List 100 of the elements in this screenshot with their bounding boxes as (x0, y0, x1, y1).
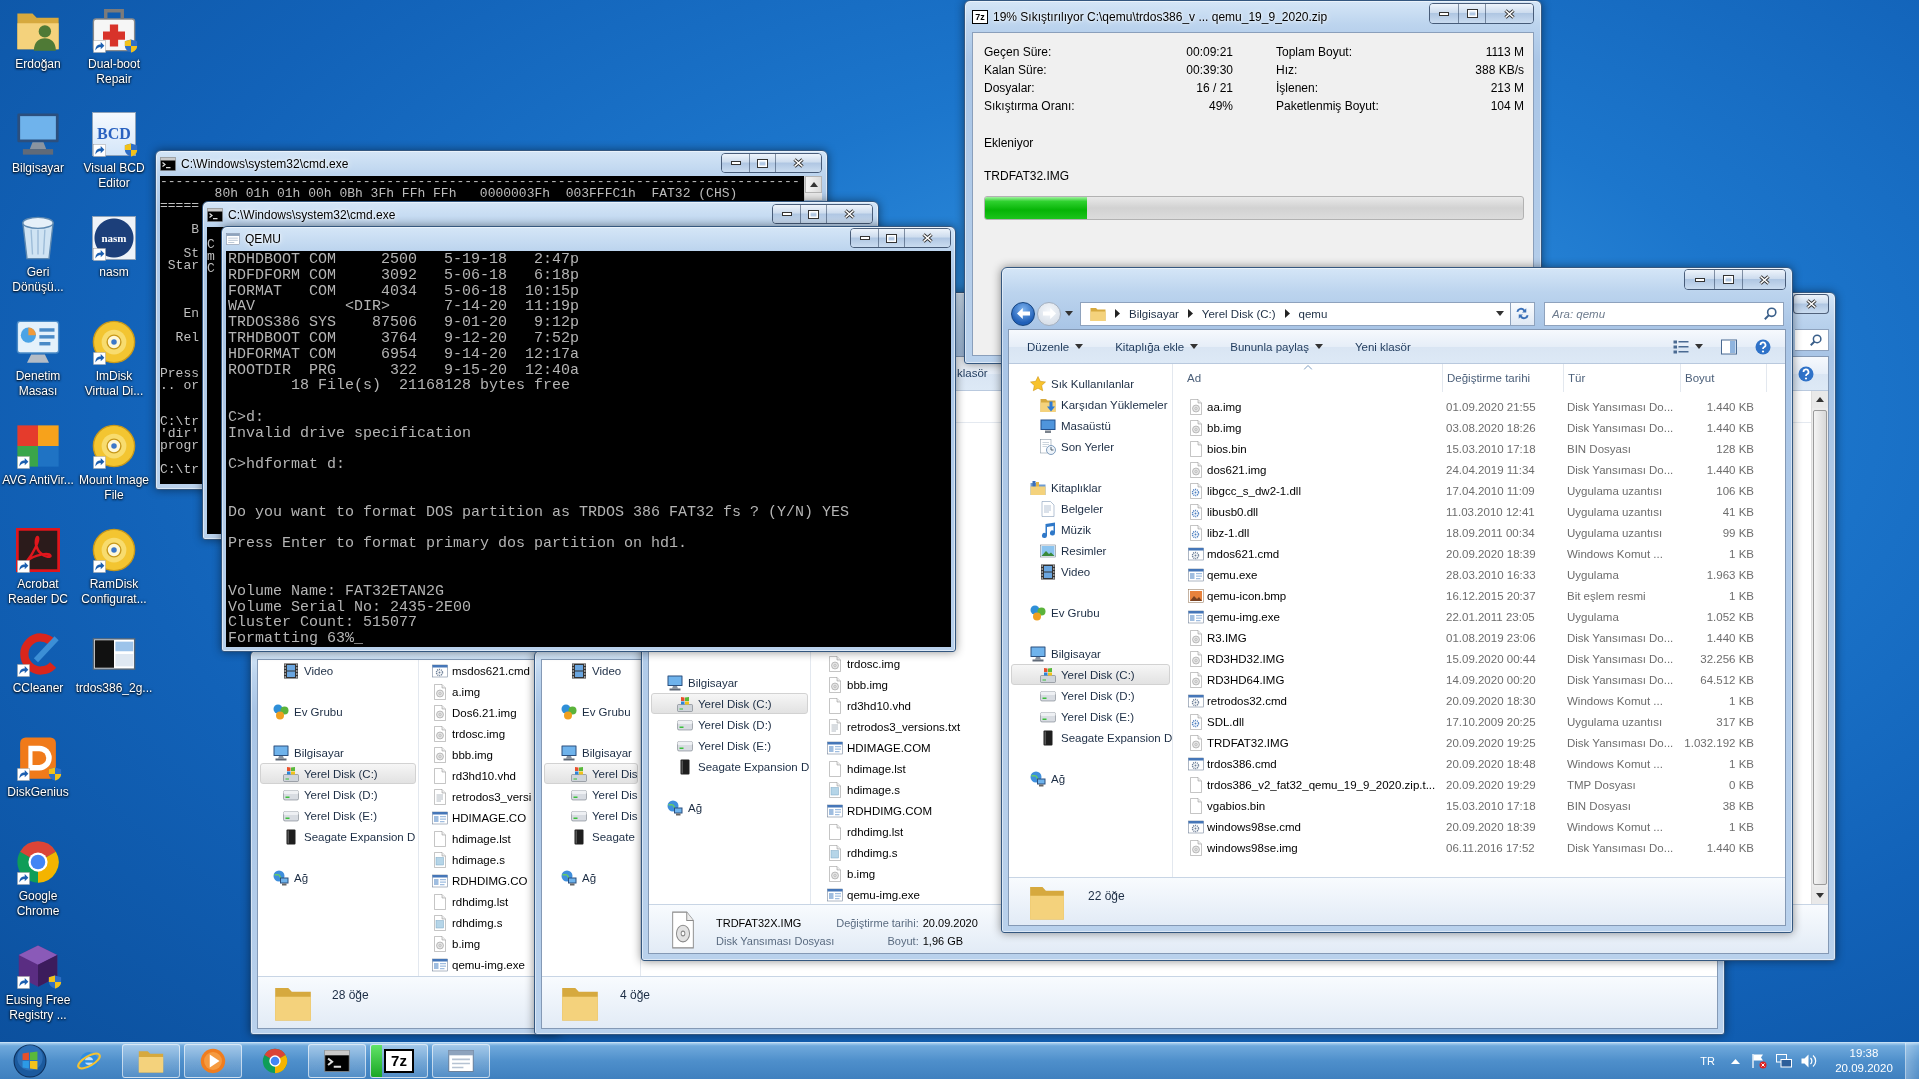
desktop-icon-label[interactable]: Erdoğan (15, 57, 61, 72)
speaker-icon[interactable] (1801, 1053, 1817, 1069)
nav-item[interactable]: Ev Grubu (273, 701, 344, 722)
browser-icon[interactable] (16, 840, 60, 884)
menu-button[interactable]: Bununla paylaş (1222, 334, 1331, 359)
nav-item[interactable]: Müzik (1040, 519, 1093, 540)
maximize-button[interactable] (878, 229, 904, 247)
file-name[interactable]: qemu-img.exe (847, 888, 920, 901)
close-button[interactable] (1485, 4, 1533, 23)
file-name[interactable]: RDHDIMG.COM (847, 804, 932, 817)
breadcrumb[interactable]: qemu (1298, 307, 1328, 320)
file-name[interactable]: RD3HD64.IMG (1207, 673, 1285, 686)
minimize-button[interactable] (722, 154, 749, 172)
file-name[interactable]: msdos621.cmd (452, 664, 530, 677)
nav-item[interactable]: Yerel Disk (C:) (260, 763, 416, 784)
nav-item[interactable]: Ağ (667, 797, 704, 818)
file-name[interactable]: Dos6.21.img (452, 706, 517, 719)
nav-item[interactable]: Yerel Disk (D:) (283, 784, 379, 805)
nav-item[interactable]: Bilgisayar (667, 672, 739, 693)
nav-item[interactable]: Karşıdan Yüklemeler (1040, 394, 1169, 415)
nav-item[interactable]: Ağ (1030, 768, 1067, 789)
desktop-icon-label[interactable]: Geri Dönüşü... (1, 265, 75, 295)
nav-item[interactable]: Yerel Disk (E:) (1040, 706, 1136, 727)
desktop-icon-label[interactable]: Visual BCD Editor (77, 161, 151, 191)
nav-item[interactable]: Son Yerler (1040, 436, 1116, 457)
maximize-button[interactable] (749, 154, 775, 172)
nav-item[interactable]: Sık Kullanılanlar (1030, 373, 1136, 394)
file-name[interactable]: trdos386.cmd (1207, 757, 1277, 770)
network-icon[interactable] (1776, 1053, 1792, 1069)
desktop-icon-label[interactable]: ImDisk Virtual Di... (77, 369, 151, 399)
disc-icon[interactable] (92, 320, 136, 364)
file-name[interactable]: rdhdimg.s (847, 846, 898, 859)
disc-icon[interactable] (92, 528, 136, 572)
desktop-icon-label[interactable]: Bilgisayar (12, 161, 64, 176)
nav-item[interactable]: Seagate Expansion D (677, 756, 811, 777)
file-name[interactable]: RD3HD32.IMG (1207, 652, 1285, 665)
maximize-button[interactable] (800, 205, 826, 223)
file-name[interactable]: trdos386_v2_fat32_qemu_19_9_2020.zip.t... (1207, 778, 1436, 791)
minimize-button[interactable] (851, 229, 878, 247)
nav-item[interactable]: Ev Grubu (561, 701, 632, 722)
nav-item[interactable]: Yerel Dis (571, 784, 639, 805)
nav-item[interactable]: Seagate (571, 826, 636, 847)
nav-item[interactable]: Yerel Disk (D:) (1040, 685, 1136, 706)
nav-item[interactable]: Ev Grubu (1030, 602, 1101, 623)
scroll-thumb[interactable] (1813, 410, 1827, 885)
file-name[interactable]: HDIMAGE.COM (847, 741, 931, 754)
column-header[interactable]: Boyut (1681, 364, 1767, 392)
nav-item[interactable]: Belgeler (1040, 498, 1105, 519)
flag-icon[interactable] (1751, 1053, 1767, 1069)
nav-item[interactable]: Resimler (1040, 540, 1108, 561)
file-name[interactable]: libz-1.dll (1207, 526, 1250, 539)
nav-item[interactable]: Kitaplıklar (1030, 477, 1103, 498)
nav-item[interactable]: Yerel Disk (E:) (283, 805, 379, 826)
menu-button[interactable]: Düzenle (1019, 334, 1092, 359)
taskbar-button[interactable] (308, 1044, 366, 1078)
file-name[interactable]: bbb.img (452, 748, 493, 761)
nav-item[interactable]: Video (283, 660, 335, 681)
file-name[interactable]: qemu-img.exe (1207, 610, 1280, 623)
search-field[interactable] (1795, 328, 1829, 351)
nav-item[interactable]: Yerel Disk (D:) (677, 714, 773, 735)
nav-item[interactable]: Bilgisayar (561, 742, 633, 763)
taskbar-button[interactable]: 7z (370, 1044, 428, 1078)
minimize-button[interactable] (773, 205, 800, 223)
file-name[interactable]: bb.img (1207, 421, 1242, 434)
file-name[interactable]: hdimage.s (847, 783, 901, 796)
file-name[interactable]: rdhdimg.s (452, 916, 503, 929)
menu-button[interactable]: Yeni klasör (1346, 334, 1419, 359)
column-header[interactable]: Tür (1564, 364, 1681, 392)
desktop-icon-label[interactable]: CCleaner (12, 681, 64, 696)
file-name[interactable]: SDL.dll (1207, 715, 1245, 728)
menu-button[interactable]: Kitaplığa ekle (1107, 334, 1207, 359)
control-panel-icon[interactable] (16, 320, 60, 364)
file-name[interactable]: qemu.exe (1207, 568, 1258, 581)
file-name[interactable]: rdhdimg.lst (452, 895, 509, 908)
file-name[interactable]: windows98se.cmd (1207, 820, 1301, 833)
nav-item[interactable]: Video (1040, 561, 1092, 582)
quad-tile-icon[interactable] (16, 424, 60, 468)
nav-item[interactable]: Yerel Disk (C:) (651, 693, 808, 714)
file-name[interactable]: rd3hd10.vhd (452, 769, 516, 782)
file-name[interactable]: retrodos3_versions.txt (847, 720, 961, 733)
column-header[interactable]: Değiştirme tarihi (1443, 364, 1564, 392)
file-name[interactable]: b.img (847, 867, 876, 880)
close-button[interactable] (1793, 294, 1829, 314)
file-name[interactable]: b.img (452, 937, 481, 950)
file-name[interactable]: trdosc.img (452, 727, 506, 740)
desktop-icon-label[interactable]: nasm (99, 265, 129, 280)
nav-item[interactable]: Yerel Dis (571, 805, 639, 826)
desktop-icon-label[interactable]: Denetim Masası (1, 369, 75, 399)
desktop-icon-label[interactable]: Eusing Free Registry ... (1, 993, 75, 1023)
file-name[interactable]: qemu-icon.bmp (1207, 589, 1287, 602)
refresh-button[interactable] (1511, 301, 1535, 326)
nav-item[interactable]: Video (571, 660, 623, 681)
file-name[interactable]: aa.img (1207, 400, 1242, 413)
file-name[interactable]: retrodos3_versi (452, 790, 532, 803)
nav-item[interactable]: Seagate Expansion D (283, 826, 417, 847)
file-name[interactable]: qemu-img.exe (452, 958, 525, 971)
nav-item[interactable]: Ağ (561, 867, 598, 888)
nav-item[interactable]: Yerel Disk (C:) (1011, 664, 1170, 685)
close-button[interactable] (1742, 270, 1785, 289)
file-name[interactable]: hdimage.lst (452, 832, 511, 845)
